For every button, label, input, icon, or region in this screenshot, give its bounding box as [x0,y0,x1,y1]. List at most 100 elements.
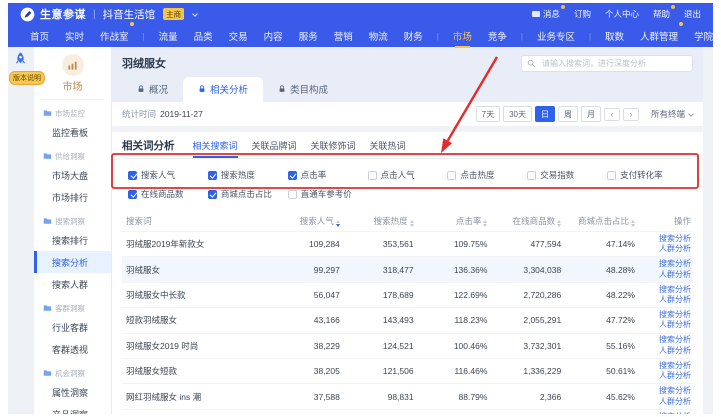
brand-area: 生意参谋 | 抖音生活馆 主商 [20,6,197,22]
user-menu-help[interactable]: 帮助 [653,8,670,20]
range-button-day[interactable]: 日 [535,106,555,122]
subtab-related-search-words[interactable]: 相关搜索词 [193,132,238,158]
keyword-search-box[interactable] [521,55,693,72]
column-header-click-rate[interactable]: 点击率 [420,215,494,227]
search-analysis-link[interactable]: 搜索分析 [641,310,691,320]
column-header-keyword: 搜索词 [122,215,272,227]
folder-icon [43,369,52,379]
metric-checkbox-search-popularity[interactable]: 搜索人气 [128,169,208,181]
metric-checkbox-pay-conversion[interactable]: 支付转化率 [607,169,687,181]
nav-item-audience-mgmt[interactable]: 人群管理 [640,25,678,48]
sidebar-item-search-analysis[interactable]: 搜索分析 [34,251,111,273]
sidebar-item-monitor-board[interactable]: 监控看板 [34,121,111,143]
nav-item-business-zone[interactable]: 业务专区 [537,25,575,48]
sidebar-item-product-insight[interactable]: 产品洞察 [34,403,111,414]
audience-analysis-link[interactable]: 人群分析 [641,295,691,305]
metric-checkbox-click-popularity[interactable]: 点击人气 [368,169,448,181]
metric-checkbox-click-rate[interactable]: 点击率 [288,169,368,181]
subtab-related-modifier-words[interactable]: 关联修饰词 [311,132,356,158]
subtab-related-hot-words[interactable]: 关联热词 [370,132,406,158]
cell-keyword: 羽绒服女 [122,264,272,276]
next-page-button[interactable]: › [623,108,639,121]
range-button-month[interactable]: 月 [581,106,601,122]
search-analysis-link[interactable]: 搜索分析 [641,234,691,244]
sidebar-item-market-overview[interactable]: 市场大盘 [34,164,111,186]
cell-value: 178,689 [346,290,420,300]
nav-item-market[interactable]: 市场 [453,25,472,48]
user-menu-logout[interactable]: 退出 [684,8,701,20]
metric-checkbox-ztc-ref-price[interactable]: 直通车参考价 [288,188,368,200]
terminal-filter[interactable]: 所有终端 [651,108,693,120]
sidebar-item-search-audience[interactable]: 搜索人群 [34,273,111,295]
prev-page-button[interactable]: ‹ [604,108,620,121]
analysis-tabs: 相关搜索词关联品牌词关联修饰词关联热词 [193,132,420,158]
audience-analysis-link[interactable]: 人群分析 [641,320,691,330]
sidebar-module-header[interactable]: 市场 [40,54,105,100]
metric-checkbox-search-heat[interactable]: 搜索热度 [208,169,288,181]
metric-checkbox-trade-index[interactable]: 交易指数 [527,169,607,181]
sidebar-item-market-ranking[interactable]: 市场排行 [34,186,111,208]
user-menu-messages[interactable]: 消息 [532,8,560,20]
tab-category-composition[interactable]: 类目构成 [263,77,343,102]
metric-checkbox-click-heat[interactable]: 点击热度 [447,169,527,181]
chevron-down-icon[interactable] [192,11,198,17]
range-button-7d[interactable]: 7天 [476,106,500,122]
search-analysis-link[interactable]: 搜索分析 [641,259,691,269]
column-header-search-popularity[interactable]: 搜索人气 [272,215,346,227]
user-menu: 消息 订购 个人中心 帮助 退出 [532,8,701,20]
cell-value: 109.75% [420,239,494,249]
nav-item-service[interactable]: 服务 [299,25,318,48]
checkbox-icon [447,171,456,180]
cell-value: 2,366 [493,392,567,402]
search-analysis-link[interactable]: 搜索分析 [641,386,691,396]
range-button-30d[interactable]: 30天 [503,106,532,122]
table-header-row: 搜索词搜索人气搜索热度点击率在线商品数商城点击占比操作 [122,211,693,231]
column-header-mall-click-share[interactable]: 商城点击占比 [567,215,641,227]
sidebar-item-audience-perspective[interactable]: 客群透视 [34,338,111,360]
sidebar-item-search-ranking[interactable]: 搜索排行 [34,229,111,251]
nav-item-realtime[interactable]: 实时 [65,25,84,48]
version-badge[interactable]: 版本说明 [9,71,45,85]
app-window: 生意参谋 | 抖音生活馆 主商 消息订购个人中心帮助退出 首页实时作战室|流量品… [8,3,713,414]
cell-value: 55.16% [567,341,641,351]
nav-item-content[interactable]: 内容 [264,25,283,48]
subtab-related-brand-words[interactable]: 关联品牌词 [252,132,297,158]
search-input[interactable] [540,58,687,69]
nav-item-home[interactable]: 首页 [30,25,49,48]
nav-item-data-extract[interactable]: 取数 [605,25,624,48]
nav-item-trade[interactable]: 交易 [229,25,248,48]
nav-item-war-room[interactable]: 作战室 [100,25,129,48]
tab-related-analysis[interactable]: 相关分析 [183,77,263,102]
stat-time-label: 统计时间 [122,108,156,120]
sidebar-item-attribute-insight[interactable]: 属性洞察 [34,381,111,403]
audience-analysis-link[interactable]: 人群分析 [641,270,691,280]
nav-item-compete[interactable]: 竞争 [488,25,507,48]
audience-analysis-link[interactable]: 人群分析 [641,244,691,254]
workspace-name[interactable]: 抖音生活馆 [103,7,156,22]
tab-overview[interactable]: 概况 [122,77,183,102]
metric-checkbox-mall-click-share[interactable]: 商城点击占比 [208,188,288,200]
nav-item-academy[interactable]: 学院 [694,25,713,48]
metric-checkbox-online-products[interactable]: 在线商品数 [128,188,208,200]
sidebar-item-industry-audience[interactable]: 行业客群 [34,316,111,338]
user-menu-orders[interactable]: 订购 [574,8,591,20]
terminal-filter-label: 所有终端 [651,108,685,120]
column-header-online-products[interactable]: 在线商品数 [493,215,567,227]
audience-analysis-link[interactable]: 人群分析 [641,397,691,407]
nav-item-category[interactable]: 品类 [194,25,213,48]
search-analysis-link[interactable]: 搜索分析 [641,285,691,295]
nav-item-logistics[interactable]: 物流 [369,25,388,48]
column-header-search-heat[interactable]: 搜索热度 [346,215,420,227]
user-menu-personal-center[interactable]: 个人中心 [605,8,639,20]
nav-item-traffic[interactable]: 流量 [159,25,178,48]
nav-item-marketing[interactable]: 营销 [334,25,353,48]
audience-analysis-link[interactable]: 人群分析 [641,371,691,381]
range-button-week[interactable]: 周 [558,106,578,122]
search-analysis-link[interactable]: 搜索分析 [641,412,691,414]
search-analysis-link[interactable]: 搜索分析 [641,335,691,345]
search-analysis-link[interactable]: 搜索分析 [641,361,691,371]
nav-item-finance[interactable]: 财务 [404,25,423,48]
cell-keyword: 短款羽绒服女 [122,314,272,326]
metric-label: 搜索人气 [141,169,175,181]
audience-analysis-link[interactable]: 人群分析 [641,346,691,356]
